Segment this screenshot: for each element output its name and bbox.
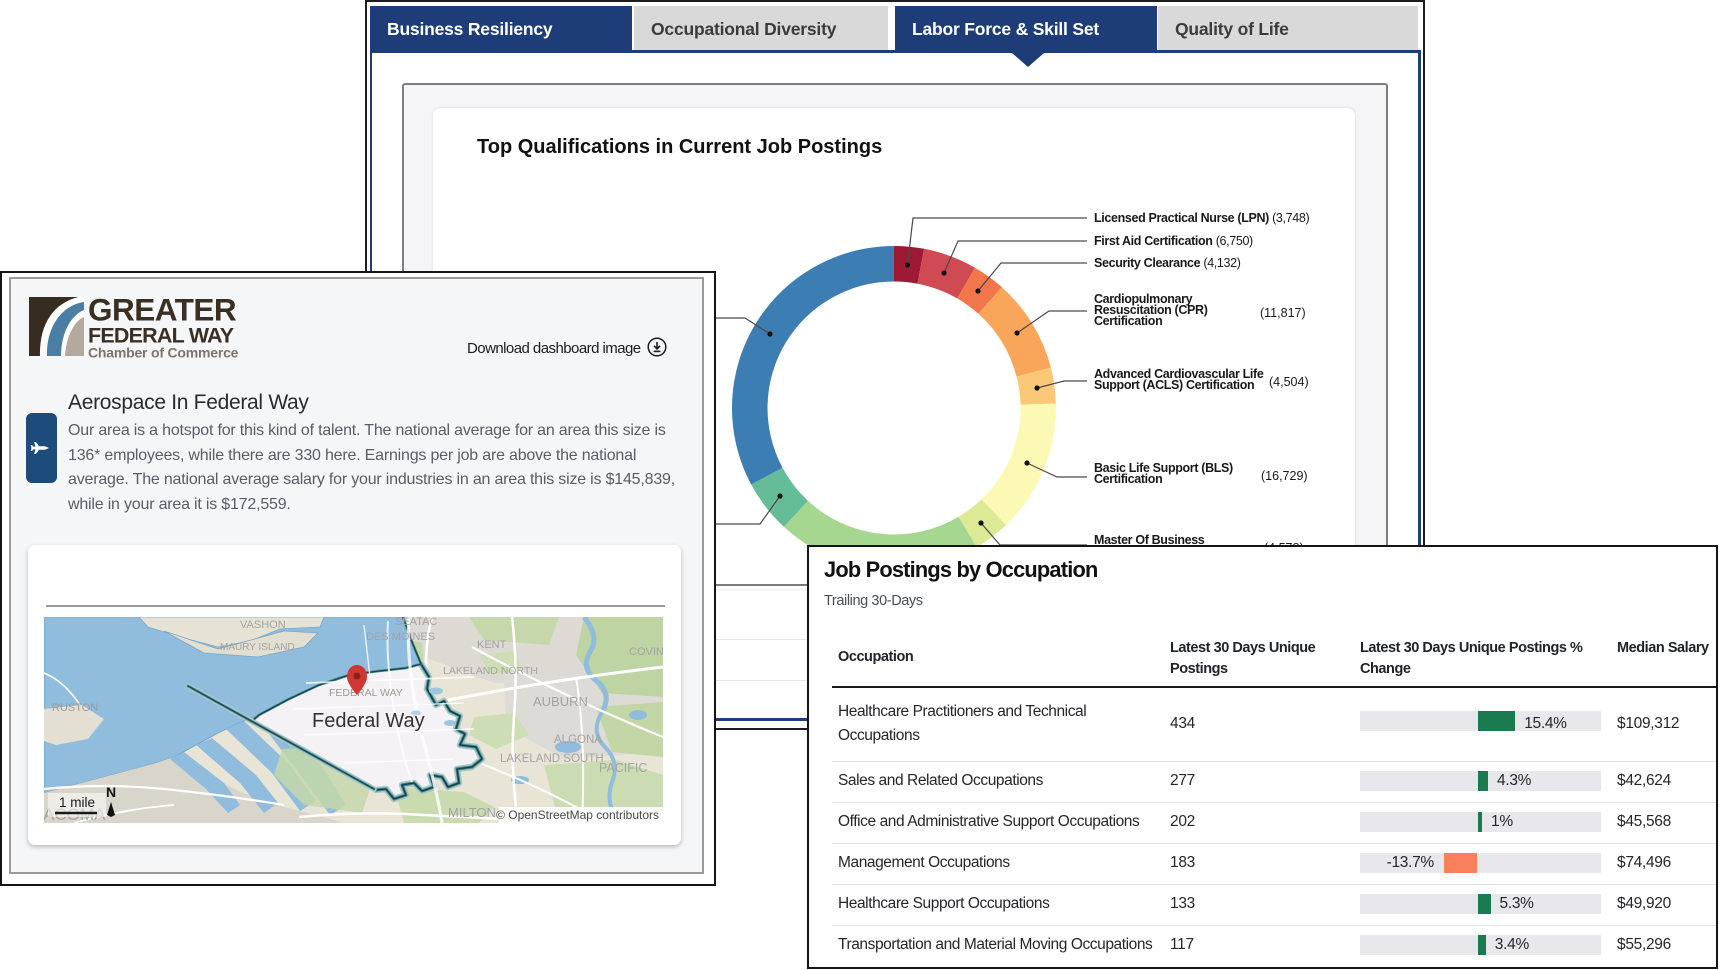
svg-text:DES MOINES: DES MOINES [366, 631, 435, 643]
svg-text:LAKELAND SOUTH: LAKELAND SOUTH [500, 753, 604, 765]
svg-text:FEDERAL WAY: FEDERAL WAY [329, 687, 403, 699]
svg-text:1 mile: 1 mile [59, 795, 95, 810]
svg-text:© OpenStreetMap contributors: © OpenStreetMap contributors [496, 808, 659, 822]
svg-text:ALGONA: ALGONA [554, 734, 602, 746]
svg-text:SEATAC: SEATAC [395, 617, 437, 628]
svg-text:KENT: KENT [477, 639, 507, 651]
svg-text:LAKELAND NORTH: LAKELAND NORTH [443, 665, 538, 677]
svg-text:RUSTON: RUSTON [52, 702, 98, 714]
svg-text:PACIFIC: PACIFIC [599, 761, 647, 775]
svg-text:MAURY ISLAND: MAURY ISLAND [220, 642, 295, 653]
svg-text:Chamber of Commerce: Chamber of Commerce [88, 345, 239, 361]
svg-text:N: N [106, 784, 116, 800]
svg-text:VASHON: VASHON [240, 619, 286, 631]
svg-text:MILTON: MILTON [448, 805, 496, 820]
svg-text:COVING: COVING [629, 646, 663, 658]
svg-text:AUBURN: AUBURN [533, 694, 588, 709]
svg-text:Federal Way: Federal Way [312, 710, 425, 732]
